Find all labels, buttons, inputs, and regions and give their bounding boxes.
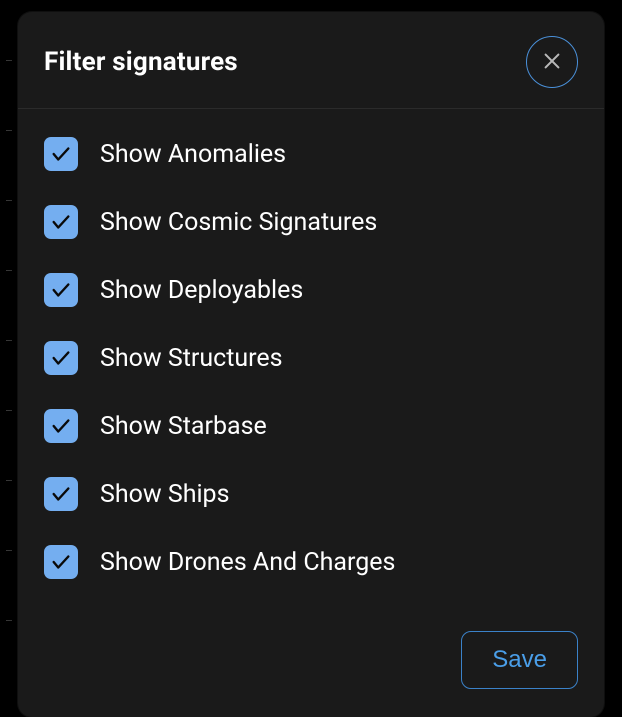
checkbox-checked-icon: [44, 205, 78, 239]
option-label: Show Anomalies: [100, 140, 286, 169]
option-show-starbase[interactable]: Show Starbase: [44, 409, 578, 443]
option-show-drones-and-charges[interactable]: Show Drones And Charges: [44, 545, 578, 579]
dialog-body: Show Anomalies Show Cosmic Signatures Sh…: [18, 109, 604, 623]
filter-signatures-dialog: Filter signatures Show Anomalies: [18, 12, 604, 717]
option-label: Show Cosmic Signatures: [100, 208, 377, 237]
option-show-deployables[interactable]: Show Deployables: [44, 273, 578, 307]
checkbox-checked-icon: [44, 545, 78, 579]
option-show-cosmic-signatures[interactable]: Show Cosmic Signatures: [44, 205, 578, 239]
dialog-title: Filter signatures: [44, 47, 238, 77]
checkbox-checked-icon: [44, 477, 78, 511]
close-button[interactable]: [526, 36, 578, 88]
dialog-header: Filter signatures: [18, 12, 604, 109]
option-label: Show Drones And Charges: [100, 548, 395, 577]
dialog-footer: Save: [18, 623, 604, 717]
option-show-ships[interactable]: Show Ships: [44, 477, 578, 511]
checkbox-checked-icon: [44, 273, 78, 307]
checkbox-checked-icon: [44, 137, 78, 171]
save-button[interactable]: Save: [461, 631, 578, 689]
option-label: Show Deployables: [100, 276, 303, 305]
close-icon: [541, 50, 563, 75]
option-label: Show Starbase: [100, 412, 267, 441]
checkbox-checked-icon: [44, 409, 78, 443]
option-show-structures[interactable]: Show Structures: [44, 341, 578, 375]
option-show-anomalies[interactable]: Show Anomalies: [44, 137, 578, 171]
background-axis-ticks: [0, 0, 20, 706]
option-label: Show Structures: [100, 344, 283, 373]
option-label: Show Ships: [100, 480, 230, 509]
checkbox-checked-icon: [44, 341, 78, 375]
